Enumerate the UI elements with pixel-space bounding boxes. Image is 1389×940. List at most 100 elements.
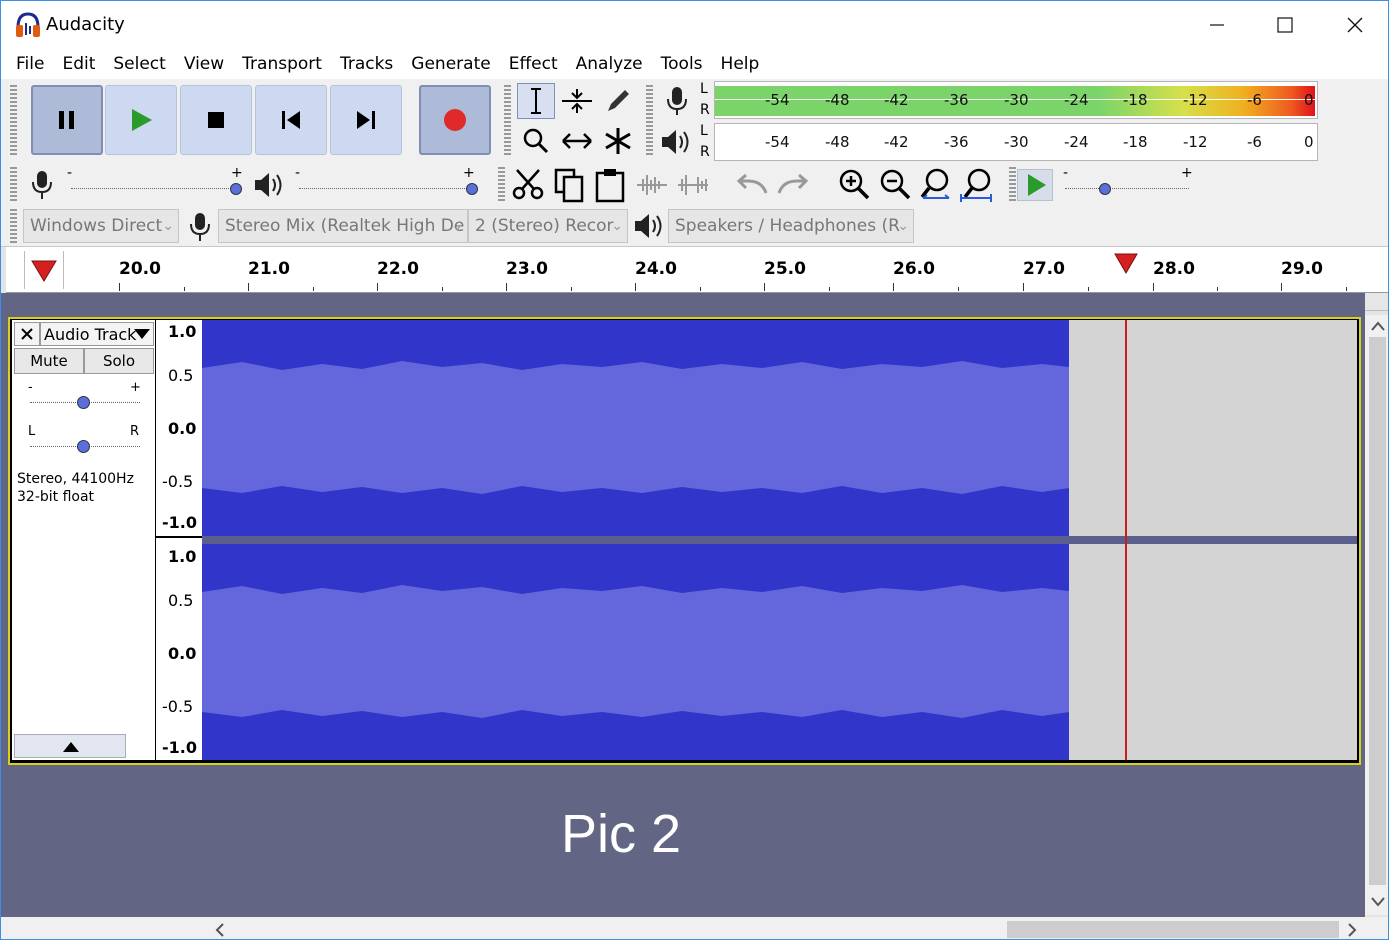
stop-button[interactable] — [180, 85, 252, 155]
horizontal-scrollbar[interactable] — [1, 917, 1388, 939]
mute-button[interactable]: Mute — [14, 348, 84, 374]
menu-view[interactable]: View — [175, 54, 233, 74]
fit-project-icon[interactable] — [959, 167, 995, 203]
caret-down-icon — [134, 329, 150, 339]
solo-button[interactable]: Solo — [84, 348, 154, 374]
timeline-ruler[interactable]: 20.0 21.0 22.0 23.0 24.0 25.0 26.0 27.0 … — [6, 247, 1388, 293]
horizontal-scroll-thumb[interactable] — [1007, 921, 1339, 938]
edit-cursor-line — [1125, 320, 1127, 760]
play-at-speed-button[interactable] — [1017, 169, 1053, 201]
play-meter-speaker-icon[interactable] — [659, 127, 693, 157]
record-button[interactable] — [419, 85, 491, 155]
meter-scale-label: 0 — [1304, 133, 1314, 151]
zoom-out-icon[interactable] — [878, 167, 912, 201]
minimize-button[interactable] — [1183, 1, 1251, 49]
maximize-button[interactable] — [1251, 1, 1319, 49]
menu-effect[interactable]: Effect — [500, 54, 567, 74]
trim-audio-icon[interactable] — [635, 171, 669, 199]
time-shift-tool-button[interactable] — [558, 123, 596, 159]
fit-selection-icon[interactable] — [919, 167, 953, 203]
waveform-display[interactable] — [202, 320, 1069, 760]
menu-transport[interactable]: Transport — [233, 54, 331, 74]
timeline-options-button[interactable] — [24, 251, 64, 289]
toolbar-grip[interactable] — [504, 85, 511, 157]
menu-file[interactable]: File — [7, 54, 53, 74]
meter-scale-label: -6 — [1247, 91, 1262, 109]
playback-device-select[interactable]: Speakers / Headphones (R ⌄ — [668, 209, 914, 243]
collapse-track-button[interactable] — [14, 734, 126, 758]
pencil-icon — [608, 90, 629, 111]
toolbar-grip[interactable] — [10, 209, 17, 245]
track-close-button[interactable] — [14, 322, 40, 346]
toolbar-grip[interactable] — [1009, 167, 1016, 203]
scroll-right-icon[interactable] — [1347, 923, 1357, 937]
slider-thumb[interactable] — [230, 183, 242, 195]
i-beam-icon — [531, 88, 541, 114]
slider-thumb[interactable] — [1099, 183, 1111, 195]
paste-icon[interactable] — [594, 167, 628, 203]
track-pan-slider[interactable]: L R — [26, 424, 144, 456]
skip-to-end-button[interactable] — [330, 85, 402, 155]
amplitude-label: 1.0 — [168, 547, 197, 566]
playback-level-meter[interactable]: -54 -48 -42 -36 -30 -24 -18 -12 -6 0 — [714, 123, 1318, 161]
recording-channels-select[interactable]: 2 (Stereo) Recor ⌄ — [468, 209, 628, 243]
menu-edit[interactable]: Edit — [53, 54, 104, 74]
pause-button[interactable] — [31, 85, 103, 155]
vertical-amplitude-ruler[interactable]: 1.0 0.5 0.0 -0.5 -1.0 1.0 0.5 0.0 -0.5 -… — [156, 320, 202, 760]
multi-tool-button[interactable] — [599, 123, 637, 159]
slider-thumb[interactable] — [77, 396, 90, 409]
slider-plus-label: + — [231, 165, 243, 181]
scroll-left-icon[interactable] — [215, 923, 225, 937]
toolbar-grip[interactable] — [646, 85, 653, 157]
redo-icon[interactable] — [775, 171, 811, 199]
record-meter-left-label: L — [700, 81, 708, 97]
audio-host-select[interactable]: Windows Direct ⌄ — [23, 209, 179, 243]
toolbar-grip[interactable] — [10, 85, 17, 157]
amplitude-label: 1.0 — [168, 322, 197, 341]
slider-thumb[interactable] — [77, 440, 90, 453]
slider-thumb[interactable] — [466, 183, 478, 195]
skip-to-start-button[interactable] — [255, 85, 327, 155]
draw-tool-button[interactable] — [599, 83, 637, 119]
envelope-tool-button[interactable] — [558, 83, 596, 119]
menu-tracks[interactable]: Tracks — [331, 54, 402, 74]
selection-tool-button[interactable] — [517, 83, 555, 119]
chevron-down-icon: ⌄ — [897, 218, 909, 234]
menu-analyze[interactable]: Analyze — [567, 54, 652, 74]
menu-select[interactable]: Select — [104, 54, 174, 74]
meter-scale-label: -42 — [884, 133, 909, 151]
recording-device-select[interactable]: Stereo Mix (Realtek High De ⌄ — [218, 209, 468, 243]
zoom-in-icon[interactable] — [837, 167, 871, 201]
menu-generate[interactable]: Generate — [402, 54, 499, 74]
zoom-tool-button[interactable] — [517, 123, 555, 159]
silence-audio-icon[interactable] — [676, 171, 710, 199]
toolbar-grip[interactable] — [498, 167, 505, 203]
ruler-label: 27.0 — [1023, 259, 1065, 279]
meter-scale-label: -18 — [1123, 133, 1148, 151]
recording-volume-slider[interactable]: - + — [67, 165, 243, 199]
playback-position-marker-icon — [1114, 253, 1138, 274]
toolbar-grip[interactable] — [10, 167, 17, 203]
play-button[interactable] — [105, 85, 177, 155]
menu-tools[interactable]: Tools — [652, 54, 712, 74]
copy-icon[interactable] — [553, 167, 587, 203]
close-button[interactable] — [1321, 1, 1388, 49]
menu-help[interactable]: Help — [712, 54, 769, 74]
vertical-scrollbar[interactable] — [1365, 315, 1388, 915]
ruler-label: 28.0 — [1153, 259, 1195, 279]
scroll-up-icon[interactable] — [1371, 321, 1385, 331]
undo-icon[interactable] — [734, 171, 770, 199]
record-meter-mic-icon[interactable] — [661, 85, 693, 117]
playback-volume-slider[interactable]: - + — [295, 165, 479, 199]
track-gain-slider[interactable]: - + — [26, 380, 144, 412]
scroll-down-icon[interactable] — [1371, 897, 1385, 907]
cut-icon[interactable] — [511, 167, 545, 201]
record-level-meter[interactable]: -54 -48 -42 -36 -30 -24 -18 -12 -6 0 — [714, 81, 1318, 119]
empty-track-region[interactable] — [1069, 320, 1357, 760]
play-meter-left-label: L — [700, 123, 708, 139]
track-name-menu[interactable]: Audio Track — [40, 322, 154, 346]
vertical-scroll-thumb[interactable] — [1369, 337, 1386, 885]
play-speed-slider[interactable]: - + — [1061, 165, 1193, 199]
audacity-window: Audacity File Edit Select View Transport… — [0, 0, 1389, 940]
amplitude-label: 0.5 — [168, 591, 194, 610]
